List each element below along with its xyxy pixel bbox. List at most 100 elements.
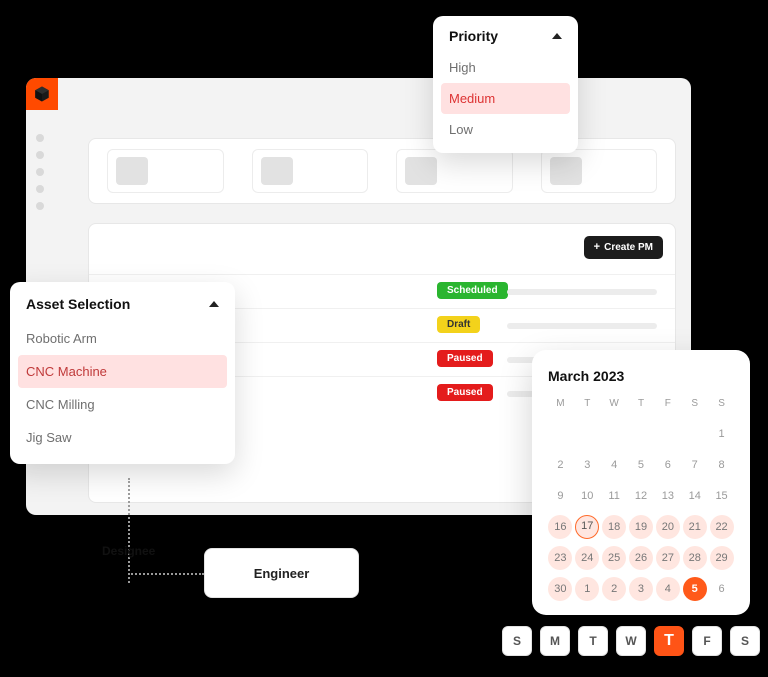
priority-item-high[interactable]: High <box>433 52 578 83</box>
calendar-day[interactable]: 7 <box>683 453 707 477</box>
asset-title-row[interactable]: Asset Selection <box>10 296 235 322</box>
calendar-day[interactable]: 22 <box>710 515 734 539</box>
dow-button-4[interactable]: T <box>654 626 684 656</box>
priority-item-low[interactable]: Low <box>433 114 578 145</box>
calendar-day[interactable]: 6 <box>656 453 680 477</box>
priority-title-row[interactable]: Priority <box>433 28 578 52</box>
card-thumb <box>405 157 437 185</box>
nav-dot[interactable] <box>36 185 44 193</box>
priority-title: Priority <box>449 28 498 44</box>
calendar-dow-head: S <box>682 398 707 415</box>
nav-dot[interactable] <box>36 151 44 159</box>
calendar-day[interactable]: 27 <box>656 546 680 570</box>
calendar-day <box>602 422 626 446</box>
brand-logo <box>26 78 58 110</box>
calendar-day[interactable]: 29 <box>710 546 734 570</box>
calendar-day[interactable]: 8 <box>710 453 734 477</box>
calendar-day[interactable]: 5 <box>629 453 653 477</box>
status-badge-scheduled: Scheduled <box>437 282 508 299</box>
asset-title: Asset Selection <box>26 296 130 312</box>
summary-card[interactable] <box>252 149 369 193</box>
designee-label: Designee <box>98 542 159 560</box>
calendar-day <box>656 422 680 446</box>
asset-item-jig-saw[interactable]: Jig Saw <box>10 421 235 454</box>
asset-selection-dropdown[interactable]: Asset Selection Robotic ArmCNC MachineCN… <box>10 282 235 464</box>
nav-dot[interactable] <box>36 202 44 210</box>
card-thumb <box>116 157 148 185</box>
calendar-day[interactable]: 28 <box>683 546 707 570</box>
dow-button-0[interactable]: S <box>502 626 532 656</box>
designee-role-chip[interactable]: Engineer <box>204 548 359 598</box>
calendar-day[interactable]: 21 <box>683 515 707 539</box>
calendar-day[interactable]: 16 <box>548 515 572 539</box>
calendar-day <box>548 422 572 446</box>
dow-button-3[interactable]: W <box>616 626 646 656</box>
calendar-day[interactable]: 4 <box>602 453 626 477</box>
calendar-day[interactable]: 18 <box>602 515 626 539</box>
calendar-day[interactable]: 20 <box>656 515 680 539</box>
progress-track <box>507 289 657 295</box>
calendar-dow-head: M <box>548 398 573 415</box>
calendar-card: March 2023 MTWTFSS1234567891011121314151… <box>532 350 750 615</box>
cube-icon <box>33 85 51 103</box>
progress-track <box>507 323 657 329</box>
calendar-day[interactable]: 19 <box>629 515 653 539</box>
calendar-day[interactable]: 24 <box>575 546 599 570</box>
designee-role-text: Engineer <box>254 566 310 581</box>
create-pm-button[interactable]: + Create PM <box>584 236 663 259</box>
calendar-day[interactable]: 2 <box>548 453 572 477</box>
calendar-day[interactable]: 1 <box>575 577 599 601</box>
summary-card[interactable] <box>107 149 224 193</box>
priority-dropdown[interactable]: Priority HighMediumLow <box>433 16 578 153</box>
calendar-day[interactable]: 30 <box>548 577 572 601</box>
calendar-day[interactable]: 3 <box>575 453 599 477</box>
calendar-day[interactable]: 1 <box>710 422 734 446</box>
nav-dot[interactable] <box>36 134 44 142</box>
calendar-dow-head: W <box>602 398 627 415</box>
dotted-line <box>128 478 130 583</box>
calendar-day[interactable]: 13 <box>656 484 680 508</box>
dow-button-2[interactable]: T <box>578 626 608 656</box>
calendar-dow-head: T <box>575 398 600 415</box>
calendar-day[interactable]: 5 <box>683 577 707 601</box>
asset-item-cnc-milling[interactable]: CNC Milling <box>10 388 235 421</box>
calendar-day[interactable]: 9 <box>548 484 572 508</box>
plus-icon: + <box>594 242 600 253</box>
card-thumb <box>550 157 582 185</box>
calendar-day[interactable]: 6 <box>710 577 734 601</box>
create-pm-label: Create PM <box>604 242 653 253</box>
priority-item-medium[interactable]: Medium <box>441 83 570 114</box>
status-badge-draft: Draft <box>437 316 480 333</box>
calendar-day[interactable]: 2 <box>602 577 626 601</box>
caret-up-icon <box>552 33 562 39</box>
status-badge-paused: Paused <box>437 350 493 367</box>
calendar-day <box>575 422 599 446</box>
calendar-day[interactable]: 17 <box>575 515 599 539</box>
calendar-day[interactable]: 4 <box>656 577 680 601</box>
calendar-day[interactable]: 15 <box>710 484 734 508</box>
calendar-day[interactable]: 3 <box>629 577 653 601</box>
caret-up-icon <box>209 301 219 307</box>
dow-button-6[interactable]: S <box>730 626 760 656</box>
calendar-day[interactable]: 14 <box>683 484 707 508</box>
dow-button-5[interactable]: F <box>692 626 722 656</box>
summary-card[interactable] <box>396 149 513 193</box>
summary-card[interactable] <box>541 149 658 193</box>
calendar-grid: MTWTFSS123456789101112131415161718192021… <box>548 398 734 601</box>
calendar-dow-head: F <box>655 398 680 415</box>
card-thumb <box>261 157 293 185</box>
dotted-line-horizontal <box>128 573 204 575</box>
calendar-day[interactable]: 23 <box>548 546 572 570</box>
asset-item-robotic-arm[interactable]: Robotic Arm <box>10 322 235 355</box>
dow-button-1[interactable]: M <box>540 626 570 656</box>
calendar-day[interactable]: 26 <box>629 546 653 570</box>
calendar-day[interactable]: 11 <box>602 484 626 508</box>
status-badge-paused: Paused <box>437 384 493 401</box>
nav-dot[interactable] <box>36 168 44 176</box>
calendar-day[interactable]: 12 <box>629 484 653 508</box>
calendar-day[interactable]: 10 <box>575 484 599 508</box>
calendar-day <box>629 422 653 446</box>
asset-item-cnc-machine[interactable]: CNC Machine <box>18 355 227 388</box>
calendar-day[interactable]: 25 <box>602 546 626 570</box>
calendar-dow-head: S <box>709 398 734 415</box>
